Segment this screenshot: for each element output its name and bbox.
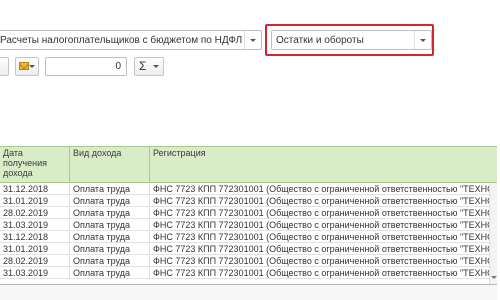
cell-date: 31.12.2018 [0,184,70,195]
cell-registration: ФНС 7723 КПП 772301001 (Общество с огран… [153,208,497,218]
cell-date: 31.01.2019 [0,196,70,207]
cell-income-type: Оплата труда [70,232,150,243]
cell-date: 31.01.2019 [0,244,70,255]
table-row[interactable]: 31.01.2019 Оплата труда ФНС 7723 КПП 772… [0,244,497,255]
mode-select-dropdown-button[interactable] [414,31,431,49]
cell-income-type: Оплата труда [70,220,150,231]
column-header-date[interactable]: Дата получения дохода [0,147,70,183]
table-row[interactable]: 28.02.2019 Оплата труда ФНС 7723 КПП 772… [0,256,497,267]
cell-date: 28.02.2019 [0,208,70,219]
cell-income-type: Оплата труда [70,244,150,255]
cell-registration: ФНС 7723 КПП 772301001 (Общество с огран… [153,196,497,206]
column-header-income-type[interactable]: Вид дохода [70,147,150,183]
cell-income-type: Оплата труда [70,268,150,279]
cell-income-type: Оплата труда [70,184,150,195]
cell-income-type: Оплата труда [70,256,150,267]
mode-select-value: Остатки и обороты [276,35,364,46]
data-table[interactable]: Дата получения дохода Вид дохода Регистр… [0,146,497,285]
mode-select[interactable]: Остатки и обороты [271,30,432,50]
dropdown-arrow-icon [29,65,35,68]
register-select-value: Расчеты налогоплательщиков с бюджетом по… [0,35,243,46]
cell-income-type: Оплата труда [70,208,150,219]
send-email-button[interactable] [15,57,39,76]
cell-income-type: Оплата труда [70,196,150,207]
sum-button[interactable]: Σ [134,57,164,76]
register-select[interactable]: Расчеты налогоплательщиков с бюджетом по… [0,30,262,50]
table-row[interactable]: 31.12.2018 Оплата труда ФНС 7723 КПП 772… [0,232,497,243]
table-row[interactable]: 31.03.2019 Оплата труда ФНС 7723 КПП 772… [0,268,497,279]
envelope-icon [19,62,29,70]
dropdown-arrow-icon [153,65,159,68]
table-row[interactable]: 28.02.2019 Оплата труда ФНС 7723 КПП 772… [0,208,497,219]
number-field-value: 0 [115,61,121,72]
register-select-dropdown-button[interactable] [244,31,261,49]
cell-date: 28.02.2019 [0,256,70,267]
table-header: Дата получения дохода Вид дохода Регистр… [0,147,497,183]
sigma-icon: Σ [139,59,147,73]
cell-registration: ФНС 7723 КПП 772301001 (Общество с огран… [153,220,497,230]
toolbar-button[interactable] [0,57,9,76]
cell-date: 31.12.2018 [0,232,70,243]
table-row[interactable]: 31.12.2018 Оплата труда ФНС 7723 КПП 772… [0,184,497,195]
scroll-down-icon[interactable] [491,276,497,279]
cell-date: 31.03.2019 [0,268,70,279]
vertical-scrollbar[interactable] [489,183,497,284]
cell-date: 31.03.2019 [0,220,70,231]
dropdown-arrow-icon [250,38,256,42]
cell-registration: ФНС 7723 КПП 772301001 (Общество с огран… [153,184,497,194]
cell-registration: ФНС 7723 КПП 772301001 (Общество с огран… [153,232,497,242]
table-footer [0,285,497,300]
table-row[interactable]: 31.03.2019 Оплата труда ФНС 7723 КПП 772… [0,220,497,231]
dropdown-arrow-icon [420,38,426,42]
number-field[interactable]: 0 [45,57,127,76]
cell-registration: ФНС 7723 КПП 772301001 (Общество с огран… [153,268,497,278]
cell-registration: ФНС 7723 КПП 772301001 (Общество с огран… [153,256,497,266]
cell-registration: ФНС 7723 КПП 772301001 (Общество с огран… [153,244,497,254]
table-row[interactable]: 31.01.2019 Оплата труда ФНС 7723 КПП 772… [0,196,497,207]
column-header-registration[interactable]: Регистрация [150,147,497,183]
